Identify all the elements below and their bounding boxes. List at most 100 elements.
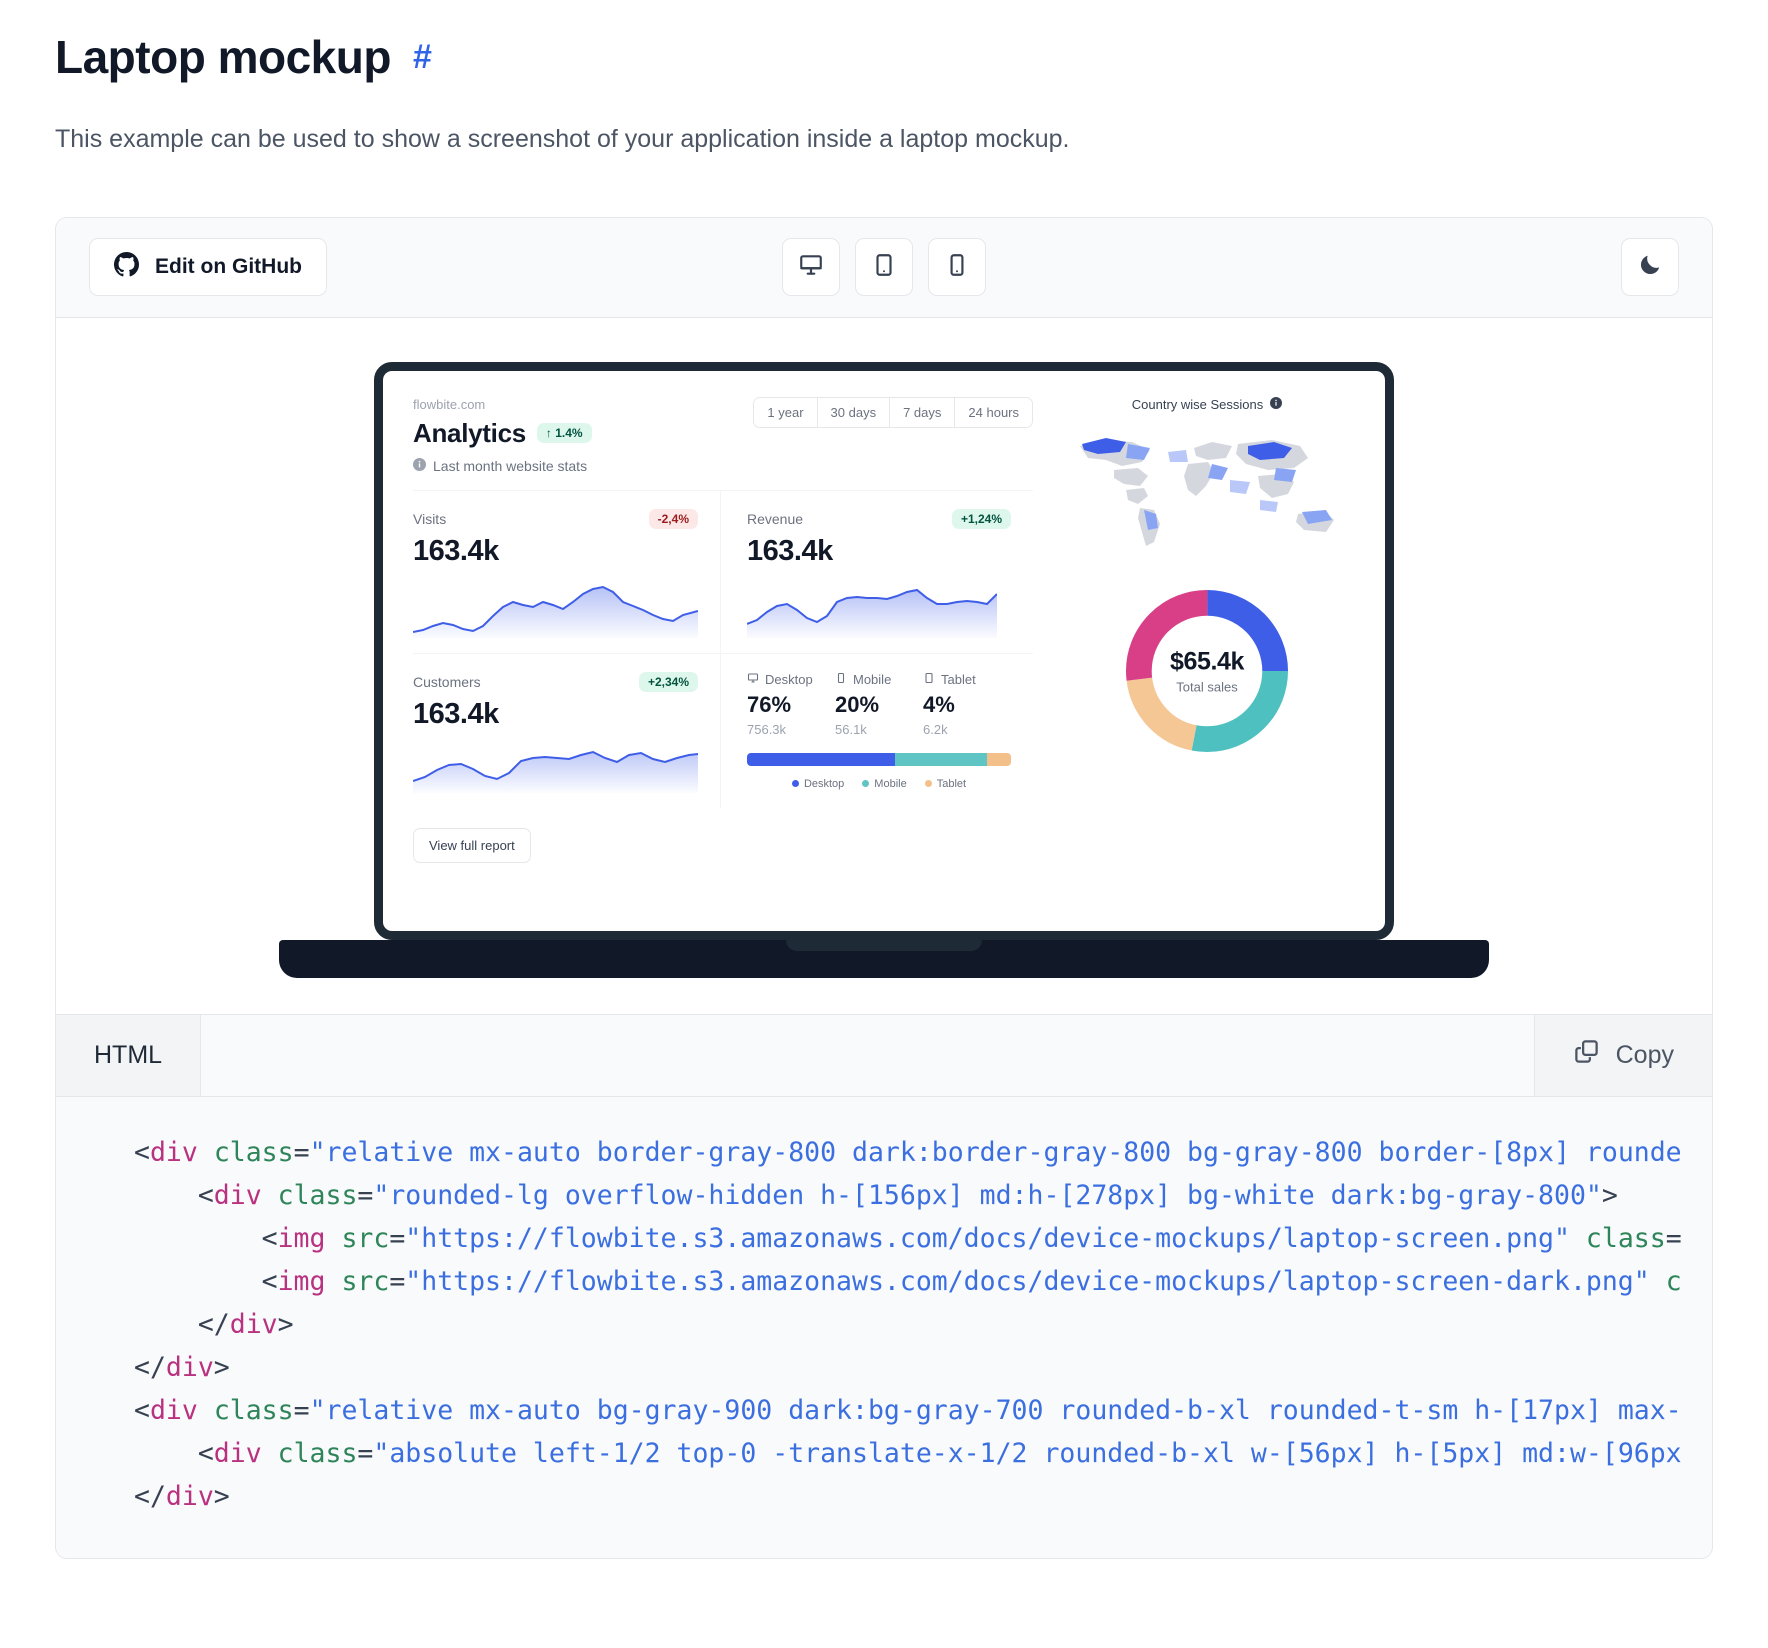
info-icon <box>1270 396 1283 412</box>
device-stat-count: 6.2k <box>923 721 948 737</box>
github-icon <box>114 251 139 283</box>
device-toggle-mobile[interactable] <box>928 238 986 297</box>
tablet-icon <box>923 672 935 687</box>
visits-sparkline-chart <box>412 580 699 643</box>
donut-total-value: $65.4k <box>1169 647 1245 676</box>
device-stat-label: Tablet <box>941 671 976 687</box>
legend-swatch <box>862 780 870 788</box>
dashboard-title: Analytics <box>413 417 526 448</box>
device-preview-toggle-group <box>782 238 986 297</box>
metric-delta-badge: +1,24% <box>951 508 1011 529</box>
heading-anchor-link[interactable]: # <box>413 38 432 77</box>
metric-label: Revenue <box>747 510 804 527</box>
mobile-icon <box>835 672 847 687</box>
stacked-segment-tablet <box>987 752 1011 766</box>
page-title: Laptop mockup <box>55 31 391 83</box>
desktop-icon <box>798 252 824 283</box>
dashboard-title-row: Analytics ↑ 1.4% <box>413 418 592 449</box>
device-stat-header: Desktop <box>747 672 835 687</box>
metric-value: 163.4k <box>413 534 499 567</box>
range-7-days[interactable]: 7 days <box>890 397 956 427</box>
metrics-row-2: Customers +2,34% 163.4k Desktop 76% 756.… <box>412 652 1033 808</box>
range-30-days[interactable]: 30 days <box>817 397 891 427</box>
view-full-report-button[interactable]: View full report <box>413 827 531 863</box>
laptop-mockup: flowbite.com Analytics ↑ 1.4% Last month… <box>279 361 1489 978</box>
laptop-base <box>279 939 1489 978</box>
legend-label: Mobile <box>874 777 907 790</box>
device-stat-label: Mobile <box>853 671 892 687</box>
copy-button[interactable]: Copy <box>1533 1014 1712 1096</box>
code-block: <div class="relative mx-auto border-gray… <box>56 1095 1712 1558</box>
metric-card-revenue: Revenue +1,24% 163.4k <box>720 490 1033 653</box>
page-description: This example can be used to show a scree… <box>55 125 1070 154</box>
metric-header: Customers +2,34% <box>413 671 698 692</box>
metric-label: Customers <box>413 673 481 690</box>
donut-total-label: Total sales <box>1176 679 1238 695</box>
copy-icon <box>1573 1038 1600 1072</box>
device-stats: Desktop 76% 756.3k Mobile 20% 56.1k Tabl… <box>747 672 1011 737</box>
device-stat-desktop: Desktop 76% 756.3k <box>747 672 835 737</box>
laptop-screen: flowbite.com Analytics ↑ 1.4% Last month… <box>383 370 1385 931</box>
device-stat-header: Tablet <box>923 672 1011 687</box>
world-map-chart <box>1059 424 1355 559</box>
donut-center-label: $65.4k Total sales <box>1170 647 1244 694</box>
edit-on-github-label: Edit on GitHub <box>155 255 302 279</box>
customers-sparkline-chart <box>412 743 699 798</box>
dashboard-subtitle: Last month website stats <box>413 457 592 474</box>
code-tabs-bar: HTML Copy <box>56 1013 1712 1096</box>
date-range-group: 1 year 30 days 7 days 24 hours <box>753 396 1033 428</box>
device-stat-tablet: Tablet 4% 6.2k <box>923 672 1011 737</box>
device-stat-label: Desktop <box>765 671 813 687</box>
code-source: <div class="relative mx-auto border-gray… <box>134 1136 1682 1512</box>
device-stat-count: 56.1k <box>835 721 867 737</box>
dashboard-left-panel: flowbite.com Analytics ↑ 1.4% Last month… <box>412 396 1033 905</box>
device-toggle-desktop[interactable] <box>782 238 840 297</box>
metric-delta-badge: -2,4% <box>648 508 698 529</box>
map-title-row: Country wise Sessions <box>1059 396 1355 412</box>
info-icon <box>413 457 426 474</box>
revenue-sparkline-chart <box>746 580 1011 643</box>
metric-header: Visits -2,4% <box>413 508 698 529</box>
arrow-up-icon: ↑ <box>545 426 552 441</box>
range-24-hours[interactable]: 24 hours <box>955 397 1032 427</box>
code-tabs-spacer <box>201 1015 1534 1096</box>
metric-delta-badge: +2,34% <box>638 671 698 692</box>
range-1-year[interactable]: 1 year <box>754 397 818 427</box>
legend-item-tablet: Tablet <box>924 778 966 790</box>
preview-stage: flowbite.com Analytics ↑ 1.4% Last month… <box>56 317 1712 1014</box>
metric-value: 163.4k <box>747 534 833 567</box>
laptop-lid: flowbite.com Analytics ↑ 1.4% Last month… <box>374 361 1394 940</box>
dashboard-identity: flowbite.com Analytics ↑ 1.4% Last month… <box>413 397 592 474</box>
map-title-text: Country wise Sessions <box>1131 396 1264 412</box>
dashboard-subtitle-text: Last month website stats <box>433 457 588 474</box>
device-stat-header: Mobile <box>835 672 923 687</box>
desktop-icon <box>747 672 759 687</box>
stacked-segment-desktop <box>747 752 895 766</box>
legend-swatch <box>791 780 799 788</box>
device-stat-percent: 76% <box>747 691 792 717</box>
code-content[interactable]: <div class="relative mx-auto border-gray… <box>56 1131 1712 1518</box>
docs-page: Laptop mockup # This example can be used… <box>0 0 1768 1559</box>
moon-icon <box>1637 252 1663 283</box>
metric-card-customers: Customers +2,34% 163.4k <box>412 654 720 808</box>
dashboard-right-panel: Country wise Sessions $65.4k Total sales <box>1033 396 1355 905</box>
device-breakdown-chart: Desktop 76% 756.3k Mobile 20% 56.1k Tabl… <box>720 653 1033 808</box>
example-card: Edit on GitHub flowbite.com Analytics ↑ … <box>55 216 1713 1559</box>
tab-html[interactable]: HTML <box>56 1014 202 1096</box>
tablet-icon <box>871 252 897 283</box>
device-stat-percent: 20% <box>835 691 880 717</box>
metric-card-visits: Visits -2,4% 163.4k <box>412 491 720 653</box>
edit-on-github-button[interactable]: Edit on GitHub <box>89 238 327 297</box>
metric-value: 163.4k <box>413 697 499 730</box>
metrics-row-1: Visits -2,4% 163.4k Revenue +1,24% 163.4… <box>412 490 1033 653</box>
laptop-notch <box>786 939 982 951</box>
device-stat-percent: 4% <box>923 691 955 717</box>
legend-item-desktop: Desktop <box>791 777 845 790</box>
stacked-segment-mobile <box>894 752 988 766</box>
dashboard-header: flowbite.com Analytics ↑ 1.4% Last month… <box>413 396 1033 474</box>
example-toolbar: Edit on GitHub <box>56 217 1712 318</box>
legend-label: Desktop <box>803 777 845 790</box>
theme-toggle-button[interactable] <box>1621 238 1679 297</box>
device-stat-count: 756.3k <box>747 721 787 737</box>
device-toggle-tablet[interactable] <box>855 238 913 297</box>
